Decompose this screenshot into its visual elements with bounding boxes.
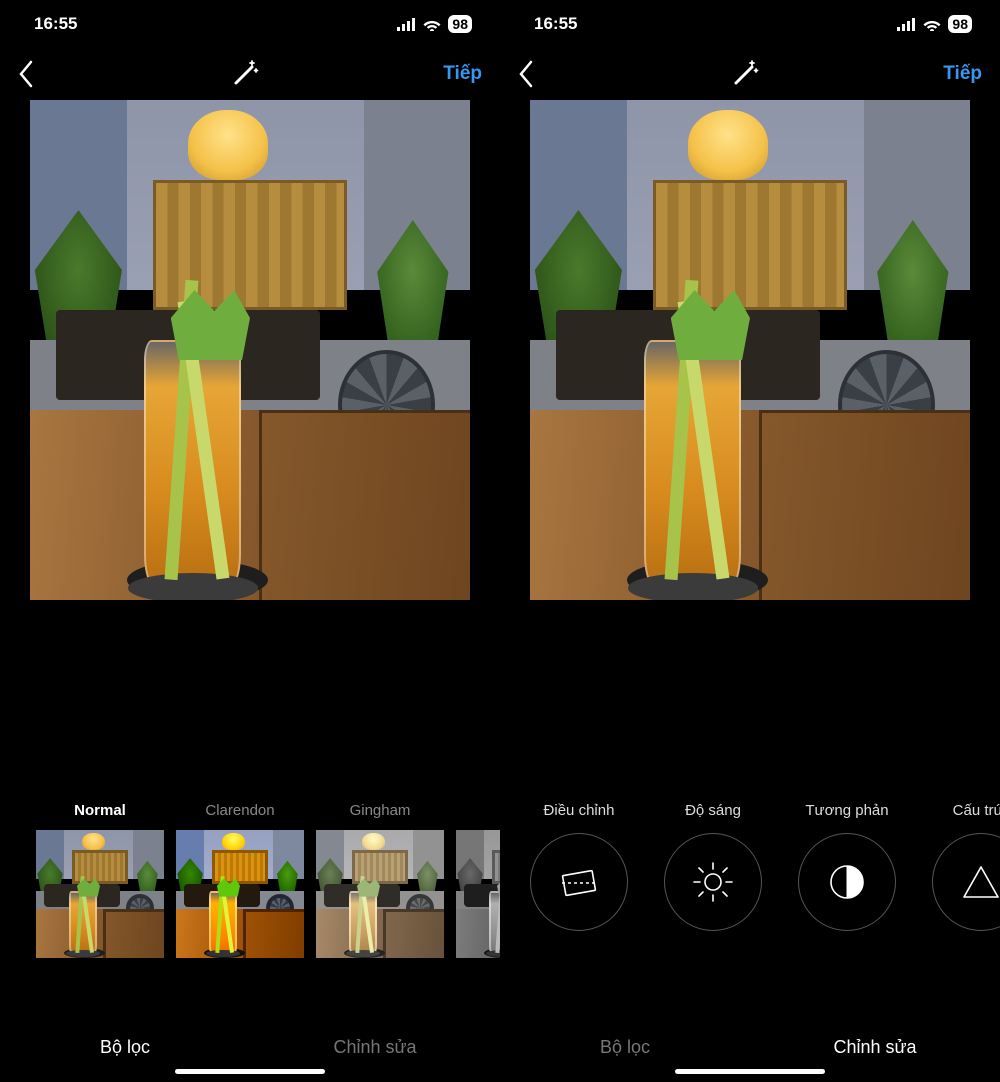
magic-wand-button[interactable] [554,59,936,89]
edit-tools-strip[interactable]: Điều chỉnh Độ sáng Tương phản Cấu trúc [500,802,1000,972]
filter-item-clarendon[interactable]: Clarendon [176,802,304,958]
tab-edit[interactable]: Chỉnh sửa [250,1037,500,1058]
filter-thumb [176,830,304,958]
status-time: 16:55 [534,14,577,34]
main-photo-area[interactable] [500,100,1000,600]
tab-edit[interactable]: Chỉnh sửa [750,1037,1000,1058]
tab-filter[interactable]: Bộ lọc [500,1037,750,1058]
wifi-icon [422,17,442,31]
edit-tool-contrast[interactable]: Tương phản [790,802,904,931]
status-time: 16:55 [34,14,77,34]
filter-item-normal[interactable]: Normal [36,802,164,958]
main-photo [30,100,470,600]
edit-tool-label: Điều chỉnh [544,802,615,819]
battery-level: 98 [448,15,472,33]
phone-left: 16:55 98 Tiếp [0,0,500,1082]
triangle-icon [932,833,1000,931]
filter-label: Gingham [350,802,411,820]
edit-tool-label: Tương phản [805,802,888,819]
filter-strip[interactable]: Normal Clarendon Gingham M [0,802,500,972]
edit-tool-label: Cấu trúc [953,802,1000,819]
filter-label: Clarendon [205,802,274,820]
magic-wand-icon [230,59,260,89]
phone-right: 16:55 98 Tiếp [500,0,1000,1082]
back-button[interactable] [518,60,554,88]
sun-icon [664,833,762,931]
wifi-icon [922,17,942,31]
contrast-icon [798,833,896,931]
edit-tool-triangle[interactable]: Cấu trúc [924,802,1000,931]
filter-thumb [456,830,500,958]
next-button[interactable]: Tiếp [436,63,482,85]
tab-filter[interactable]: Bộ lọc [0,1037,250,1058]
filter-item-gingham[interactable]: Gingham [316,802,444,958]
main-photo-area[interactable] [0,100,500,600]
nav-bar: Tiếp [500,48,1000,100]
magic-wand-button[interactable] [54,59,436,89]
edit-tool-adjust[interactable]: Điều chỉnh [522,802,636,931]
status-right: 98 [396,15,472,33]
filter-label: Normal [74,802,126,820]
adjust-icon [530,833,628,931]
back-button[interactable] [18,60,54,88]
filter-thumb [316,830,444,958]
chevron-left-icon [18,60,34,88]
signal-icon [396,17,416,31]
home-indicator[interactable] [175,1069,325,1074]
filter-item-m[interactable]: M [456,802,500,958]
next-button[interactable]: Tiếp [936,63,982,85]
chevron-left-icon [518,60,534,88]
filter-thumb [36,830,164,958]
edit-tool-label: Độ sáng [685,802,741,819]
nav-bar: Tiếp [0,48,500,100]
home-indicator[interactable] [675,1069,825,1074]
battery-level: 98 [948,15,972,33]
status-right: 98 [896,15,972,33]
signal-icon [896,17,916,31]
edit-tool-sun[interactable]: Độ sáng [656,802,770,931]
magic-wand-icon [730,59,760,89]
status-bar: 16:55 98 [500,0,1000,48]
status-bar: 16:55 98 [0,0,500,48]
main-photo [530,100,970,600]
